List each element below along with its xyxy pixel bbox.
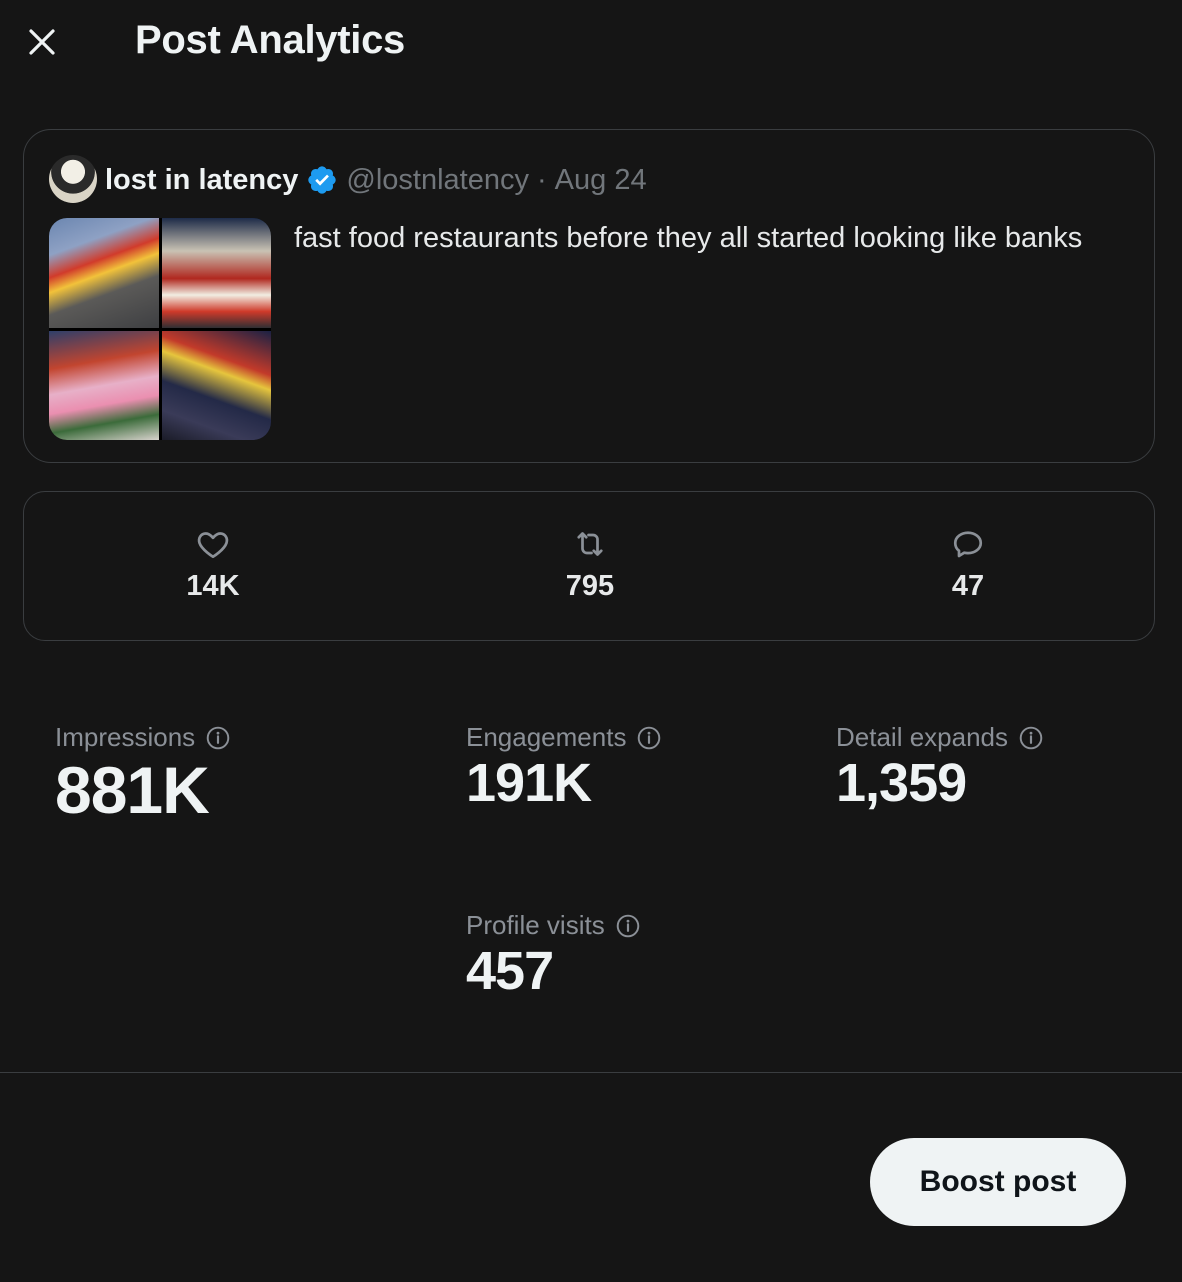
profile-visits-metric: Profile visits 457	[466, 910, 641, 1001]
repost-icon	[577, 532, 603, 556]
impressions-metric: Impressions 881K	[55, 722, 231, 827]
post-media-grid[interactable]	[49, 218, 271, 440]
boost-post-button[interactable]: Boost post	[870, 1138, 1126, 1226]
info-icon[interactable]	[205, 725, 231, 751]
likes-stat: 14K	[153, 526, 273, 603]
post-author-row: lost in latency @lostnlatency · Aug 24	[105, 160, 647, 200]
page-title: Post Analytics	[135, 18, 405, 62]
engagement-summary: 14K 795 47	[23, 491, 1155, 641]
avatar[interactable]	[49, 155, 97, 203]
metric-label: Detail expands	[836, 722, 1008, 752]
author-name[interactable]: lost in latency	[105, 164, 298, 197]
info-icon[interactable]	[1018, 725, 1044, 751]
post-text: fast food restaurants before they all st…	[294, 222, 1083, 254]
separator-dot: ·	[536, 163, 547, 196]
header: Post Analytics	[0, 0, 1182, 88]
metric-label: Impressions	[55, 722, 196, 752]
reposts-count: 795	[565, 570, 615, 602]
author-handle[interactable]: @lostnlatency	[346, 164, 529, 197]
post-card[interactable]: lost in latency @lostnlatency · Aug 24 f…	[23, 129, 1155, 463]
metric-label: Profile visits	[466, 910, 605, 940]
media-thumbnail[interactable]	[161, 218, 271, 328]
engagements-metric: Engagements 191K	[466, 722, 662, 813]
replies-count: 47	[951, 570, 985, 602]
metric-value: 191K	[466, 753, 592, 813]
close-button[interactable]	[24, 24, 60, 60]
likes-count: 14K	[186, 570, 240, 602]
post-date[interactable]: Aug 24	[555, 164, 647, 197]
media-thumbnail[interactable]	[49, 218, 159, 328]
detail-expands-metric: Detail expands 1,359	[836, 722, 1044, 813]
metric-value: 881K	[55, 753, 210, 827]
close-icon	[29, 29, 55, 55]
verified-badge-icon	[308, 166, 337, 194]
info-icon[interactable]	[615, 913, 641, 939]
reposts-stat: 795	[530, 526, 650, 603]
media-thumbnail[interactable]	[49, 330, 159, 440]
reply-icon	[953, 531, 983, 558]
footer-divider	[0, 1072, 1182, 1073]
metric-label: Engagements	[466, 722, 627, 752]
media-thumbnail[interactable]	[161, 330, 271, 440]
metric-value: 457	[466, 941, 554, 1001]
info-icon[interactable]	[636, 725, 662, 751]
replies-stat: 47	[908, 526, 1028, 603]
metric-value: 1,359	[836, 753, 967, 813]
heart-icon	[197, 532, 229, 559]
